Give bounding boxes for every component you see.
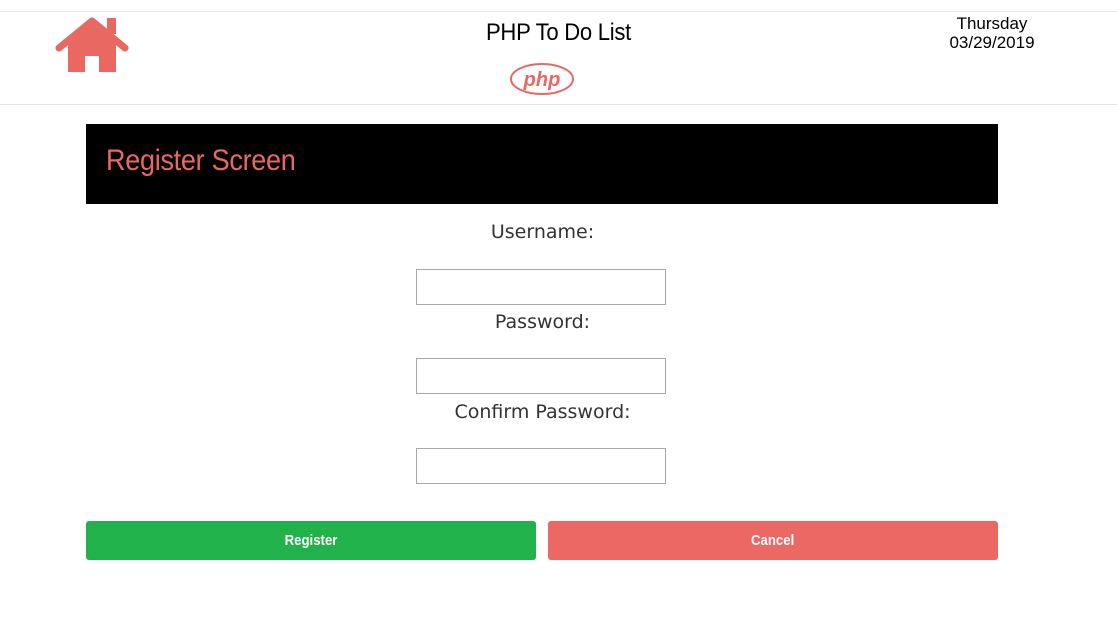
date-block: Thursday 03/29/2019 xyxy=(930,14,1054,52)
register-banner: Register Screen xyxy=(86,124,998,204)
page-header: PHP To Do List php Thursday 03/29/2019 xyxy=(0,12,1117,105)
confirm-password-label: Confirm Password: xyxy=(454,401,631,423)
username-label: Username: xyxy=(490,221,595,243)
app-title: PHP To Do List xyxy=(485,19,632,46)
page-title: Register Screen xyxy=(106,144,296,177)
date-label: 03/29/2019 xyxy=(949,33,1035,52)
cancel-button-label: Cancel xyxy=(751,532,795,549)
username-input[interactable] xyxy=(416,269,666,305)
register-button-label: Register xyxy=(284,532,338,549)
confirm-password-input[interactable] xyxy=(416,448,666,484)
password-input[interactable] xyxy=(416,358,666,394)
day-label: Thursday xyxy=(956,14,1028,33)
password-label: Password: xyxy=(494,311,591,333)
register-button[interactable]: Register xyxy=(86,521,536,560)
cancel-button[interactable]: Cancel xyxy=(548,521,998,560)
register-page: PHP To Do List php Thursday 03/29/2019 R… xyxy=(0,0,1117,617)
php-logo: php xyxy=(510,63,574,95)
php-logo-text: php xyxy=(523,69,561,91)
